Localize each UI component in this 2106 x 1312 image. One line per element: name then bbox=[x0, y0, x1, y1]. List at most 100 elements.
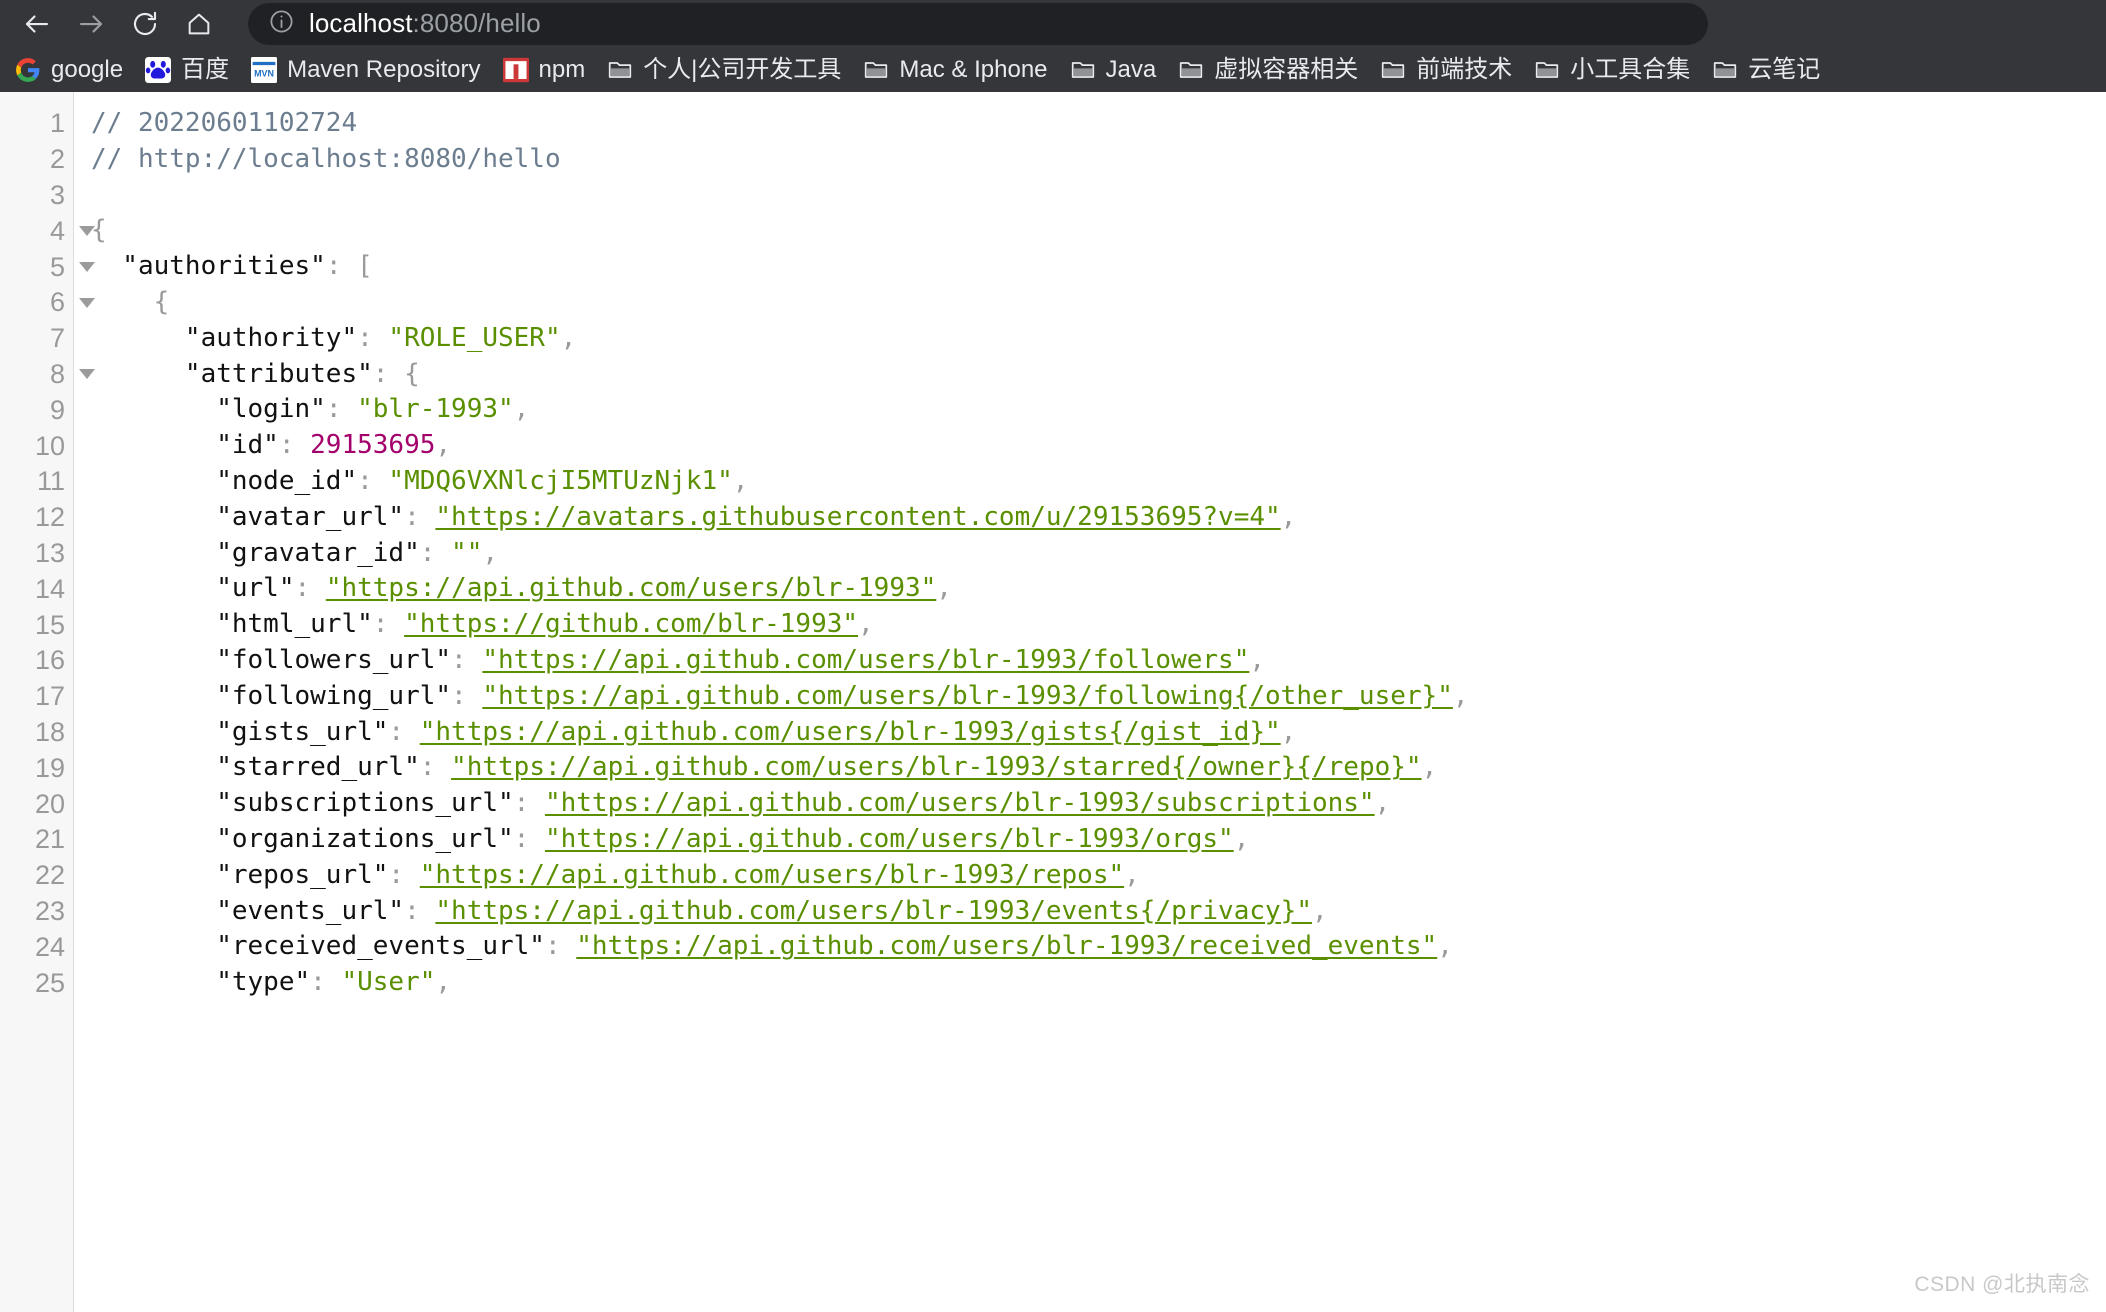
json-line: { bbox=[91, 213, 2106, 249]
json-token-key: "events_url" bbox=[91, 895, 405, 926]
folder-icon bbox=[607, 57, 633, 83]
bookmark-item-小工具合集[interactable]: 小工具合集 bbox=[1523, 52, 1701, 88]
json-url-link[interactable]: "https://api.github.com/users/blr-1993/f… bbox=[482, 681, 1453, 711]
line-number-row: 13 bbox=[0, 536, 73, 572]
json-token-punc: : bbox=[278, 430, 311, 461]
bookmark-item-云笔记[interactable]: 云笔记 bbox=[1701, 52, 1831, 88]
line-number: 20 bbox=[34, 788, 65, 819]
address-bar[interactable]: localhost:8080/hello bbox=[248, 2, 1708, 45]
json-code-area[interactable]: // 20220601102724 // http://localhost:808… bbox=[74, 92, 2106, 1312]
json-token-punc: , bbox=[513, 394, 530, 425]
json-token-key: "organizations_url" bbox=[91, 823, 514, 854]
json-token-string: "blr-1993" bbox=[357, 394, 514, 425]
json-token-punc: , bbox=[560, 322, 577, 353]
json-line: "starred_url": "https://api.github.com/u… bbox=[91, 750, 2106, 786]
maven-icon: MVN bbox=[251, 56, 278, 83]
address-bar-text[interactable]: localhost:8080/hello bbox=[309, 8, 541, 39]
json-token-key: "followers_url" bbox=[91, 644, 452, 675]
json-line: "gravatar_id": "", bbox=[91, 536, 2106, 572]
line-number: 15 bbox=[34, 609, 65, 640]
json-token-punc: : bbox=[544, 931, 577, 962]
page-info-icon[interactable] bbox=[268, 8, 295, 40]
json-viewer: 1 2 3 4 5 6 7 8 9 10 11 12 13 14 15 16 17 18 19 20 21 22 23 24 2… bbox=[0, 92, 2106, 1312]
line-number: 23 bbox=[34, 895, 65, 926]
bookmark-label: 云笔记 bbox=[1748, 55, 1821, 83]
bookmark-item-Maven Repository[interactable]: MVN Maven Repository bbox=[240, 52, 491, 88]
json-line: "avatar_url": "https://avatars.githubuse… bbox=[91, 500, 2106, 536]
json-token-string: "User" bbox=[341, 967, 436, 998]
json-token-key: "attributes" bbox=[91, 358, 373, 389]
home-icon bbox=[185, 10, 213, 38]
folder-icon bbox=[1534, 57, 1560, 83]
reload-button[interactable] bbox=[118, 2, 172, 46]
reload-icon bbox=[130, 9, 160, 39]
bookmark-item-虚拟容器相关[interactable]: 虚拟容器相关 bbox=[1167, 52, 1369, 88]
json-line: "events_url": "https://api.github.com/us… bbox=[91, 894, 2106, 930]
json-url-link[interactable]: "https://avatars.githubusercontent.com/u… bbox=[435, 502, 1280, 532]
json-token-punc: , bbox=[1311, 895, 1328, 926]
json-url-link[interactable]: "https://api.github.com/users/blr-1993/r… bbox=[576, 931, 1437, 961]
line-number: 7 bbox=[49, 323, 65, 354]
forward-button[interactable] bbox=[64, 2, 118, 46]
json-token-key: "authority" bbox=[91, 322, 358, 353]
bookmark-item-google[interactable]: google bbox=[4, 52, 134, 88]
json-url-link[interactable]: "https://github.com/blr-1993" bbox=[404, 609, 858, 639]
line-number-row: 12 bbox=[0, 500, 73, 536]
line-number-row: 18 bbox=[0, 715, 73, 751]
line-number-row: 22 bbox=[0, 858, 73, 894]
json-token-key: "login" bbox=[91, 394, 326, 425]
json-url-link[interactable]: "https://api.github.com/users/blr-1993/s… bbox=[545, 788, 1375, 818]
folder-icon bbox=[1380, 57, 1406, 83]
back-arrow-icon bbox=[22, 9, 52, 39]
json-token-punc: , bbox=[1452, 680, 1469, 711]
json-token-punc: : bbox=[419, 537, 452, 568]
line-number-row: 24 bbox=[0, 929, 73, 965]
google-icon bbox=[15, 57, 41, 83]
json-url-link[interactable]: "https://api.github.com/users/blr-1993/f… bbox=[482, 645, 1249, 675]
json-token-brace: [ bbox=[357, 251, 373, 282]
bookmark-label: 百度 bbox=[181, 55, 230, 83]
bookmark-label: npm bbox=[538, 55, 586, 83]
json-url-link[interactable]: "https://api.github.com/users/blr-1993/s… bbox=[451, 752, 1422, 782]
json-token-string: "" bbox=[451, 537, 483, 568]
line-number: 2 bbox=[49, 144, 65, 175]
bookmark-item-百度[interactable]: 百度 bbox=[134, 52, 240, 88]
json-token-number: 29153695 bbox=[310, 430, 436, 461]
json-token-string: "MDQ6VXNlcjI5MTUzNjk1" bbox=[388, 465, 733, 496]
json-token-punc: : bbox=[388, 859, 420, 890]
address-bar-host: localhost bbox=[309, 8, 413, 38]
json-token-key: "node_id" bbox=[91, 465, 358, 496]
line-number-gutter: 1 2 3 4 5 6 7 8 9 10 11 12 13 14 15 16 17 18 19 20 21 22 23 24 2… bbox=[0, 92, 95, 1312]
json-url-link[interactable]: "https://api.github.com/users/blr-1993/o… bbox=[545, 824, 1234, 854]
line-number-row: 6 bbox=[0, 285, 95, 321]
json-url-link[interactable]: "https://api.github.com/users/blr-1993/g… bbox=[420, 717, 1281, 747]
line-number-row: 15 bbox=[0, 607, 73, 643]
json-token-punc: : bbox=[451, 680, 483, 711]
json-token-punc: , bbox=[435, 967, 452, 998]
home-button[interactable] bbox=[172, 2, 226, 46]
json-line: "node_id": "MDQ6VXNlcjI5MTUzNjk1", bbox=[91, 464, 2106, 500]
json-token-key: "url" bbox=[91, 573, 295, 604]
json-url-link[interactable]: "https://api.github.com/users/blr-1993" bbox=[326, 573, 936, 603]
json-line: "authorities": [ bbox=[91, 249, 2106, 285]
bookmark-label: 小工具合集 bbox=[1570, 55, 1691, 83]
json-token-punc: : bbox=[451, 644, 483, 675]
json-token-punc: : bbox=[419, 752, 452, 783]
forward-arrow-icon bbox=[76, 9, 106, 39]
json-token-key: "html_url" bbox=[91, 609, 373, 640]
bookmark-item-个人|公司开发工具[interactable]: 个人|公司开发工具 bbox=[596, 52, 852, 88]
bookmark-item-Mac & Iphone[interactable]: Mac & Iphone bbox=[852, 52, 1058, 88]
json-token-punc: , bbox=[435, 430, 452, 461]
folder-icon bbox=[1178, 57, 1204, 83]
back-button[interactable] bbox=[10, 2, 64, 46]
line-number: 5 bbox=[49, 251, 65, 282]
line-number: 13 bbox=[34, 537, 65, 568]
bookmark-item-前端技术[interactable]: 前端技术 bbox=[1369, 52, 1523, 88]
line-number-row: 9 bbox=[0, 392, 73, 428]
json-token-key: "starred_url" bbox=[91, 752, 420, 783]
json-line: "repos_url": "https://api.github.com/use… bbox=[91, 858, 2106, 894]
bookmark-item-npm[interactable]: npm bbox=[492, 52, 597, 88]
json-url-link[interactable]: "https://api.github.com/users/blr-1993/r… bbox=[420, 860, 1124, 890]
bookmark-item-Java[interactable]: Java bbox=[1059, 52, 1168, 88]
json-url-link[interactable]: "https://api.github.com/users/blr-1993/e… bbox=[435, 896, 1312, 926]
